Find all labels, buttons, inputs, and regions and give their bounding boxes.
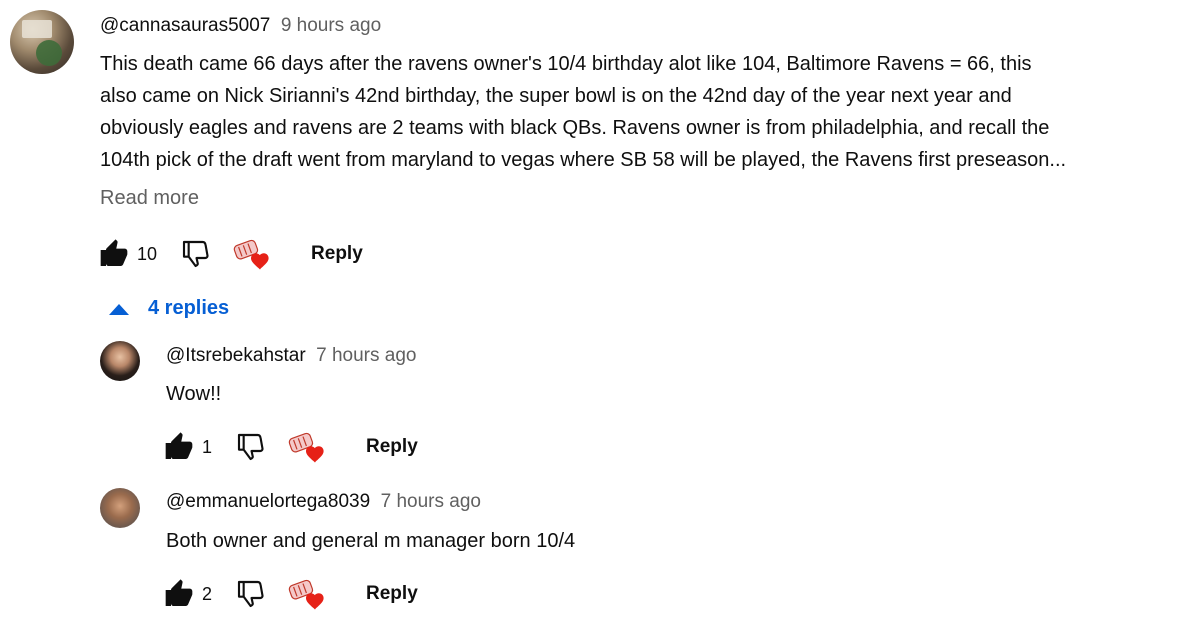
- reply-actions: 2 Reply: [162, 574, 418, 614]
- avatar[interactable]: [10, 10, 74, 74]
- comment-text: This death came 66 days after the ravens…: [100, 48, 1190, 176]
- reply-button[interactable]: Reply: [366, 436, 418, 458]
- creator-heart-button[interactable]: [286, 427, 328, 467]
- reply-actions: 1 Reply: [162, 427, 418, 467]
- reply-button[interactable]: Reply: [311, 243, 363, 265]
- creator-heart-icon: [288, 579, 324, 610]
- reply-avatar[interactable]: [100, 488, 140, 528]
- comment-actions: 10 Reply: [97, 234, 363, 274]
- reply-text: Wow!!: [166, 383, 222, 405]
- comment-text-line: also came on Nick Sirianni's 42nd birthd…: [100, 85, 1012, 107]
- like-count: 1: [202, 436, 213, 457]
- reply-text: Both owner and general m manager born 10…: [166, 530, 576, 552]
- reply-header: @emmanuelortega8039 7 hours ago: [166, 491, 481, 513]
- thumbs-down-icon: [237, 580, 264, 608]
- avatar-sign-detail: [22, 20, 52, 38]
- like-count: 2: [202, 583, 213, 604]
- comment-text-line: obviously eagles and ravens are 2 teams …: [100, 117, 1050, 139]
- replies-toggle[interactable]: 4 replies: [108, 297, 229, 320]
- dislike-button[interactable]: [179, 237, 213, 271]
- thumbs-up-icon: [165, 432, 193, 459]
- reply-button[interactable]: Reply: [366, 583, 418, 605]
- creator-heart-button[interactable]: [286, 574, 328, 614]
- comment-text-line: 104th pick of the draft went from maryla…: [100, 149, 1067, 171]
- like-button[interactable]: [97, 237, 131, 271]
- thumbs-down-icon: [182, 240, 209, 268]
- thumbs-down-icon: [237, 433, 264, 461]
- reply-author[interactable]: @Itsrebekahstar: [166, 345, 306, 366]
- creator-heart-icon: [233, 239, 269, 270]
- like-count: 10: [137, 243, 158, 264]
- dislike-button[interactable]: [234, 430, 268, 464]
- dislike-button[interactable]: [234, 577, 268, 611]
- reply-timestamp[interactable]: 7 hours ago: [381, 491, 481, 512]
- reply-timestamp[interactable]: 7 hours ago: [316, 345, 416, 366]
- avatar-plant-detail: [36, 40, 62, 66]
- chevron-up-icon: [109, 303, 129, 315]
- comment-timestamp[interactable]: 9 hours ago: [281, 15, 381, 36]
- creator-heart-button[interactable]: [231, 234, 273, 274]
- reply-avatar[interactable]: [100, 341, 140, 381]
- read-more-button[interactable]: Read more: [100, 187, 199, 210]
- reply-author[interactable]: @emmanuelortega8039: [166, 491, 370, 512]
- reply-header: @Itsrebekahstar 7 hours ago: [166, 345, 417, 367]
- like-button[interactable]: [162, 577, 196, 611]
- creator-heart-icon: [288, 432, 324, 463]
- comment-header: @cannasauras5007 9 hours ago: [100, 15, 381, 37]
- thumbs-up-icon: [165, 579, 193, 606]
- like-button[interactable]: [162, 430, 196, 464]
- thumbs-up-icon: [100, 239, 128, 266]
- replies-count-label: 4 replies: [148, 297, 230, 319]
- comment-text-line: This death came 66 days after the ravens…: [100, 53, 1032, 75]
- comment-author[interactable]: @cannasauras5007: [100, 15, 270, 36]
